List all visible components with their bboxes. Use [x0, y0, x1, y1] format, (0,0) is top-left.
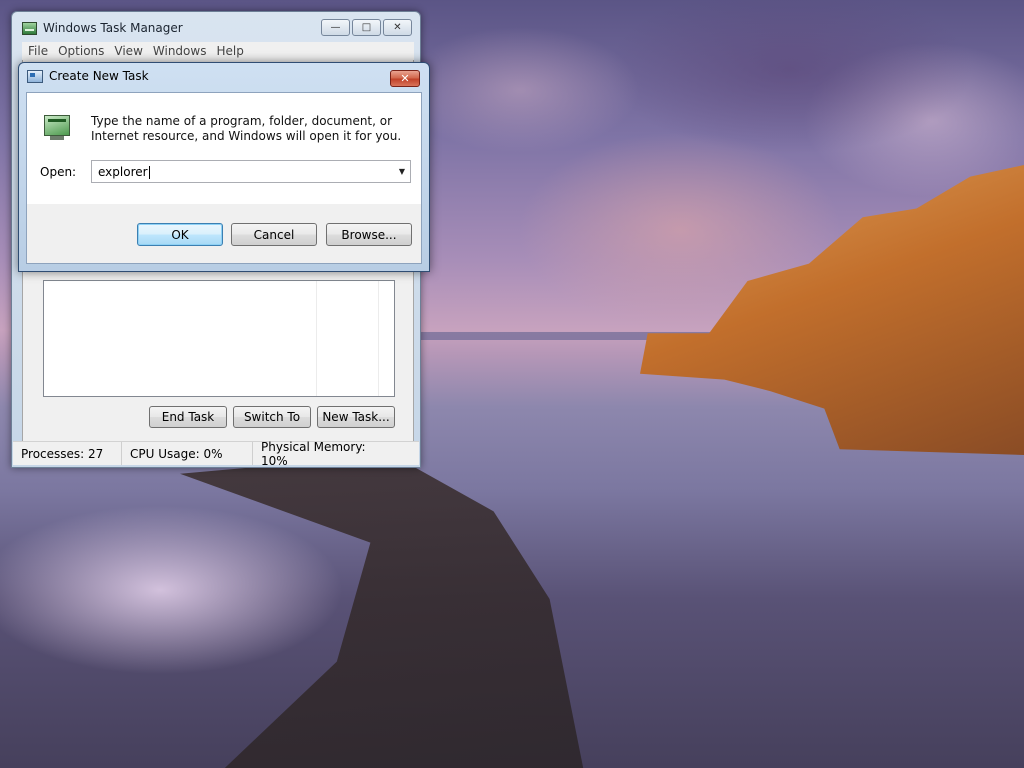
dropdown-arrow-icon[interactable]: ▼	[394, 167, 410, 176]
cancel-button[interactable]: Cancel	[231, 223, 317, 246]
wallpaper-cliff	[640, 165, 1024, 455]
browse-button[interactable]: Browse...	[326, 223, 412, 246]
menu-help[interactable]: Help	[213, 44, 250, 58]
dialog-top-panel: Type the name of a program, folder, docu…	[27, 93, 421, 204]
menu-options[interactable]: Options	[55, 44, 111, 58]
new-task-button[interactable]: New Task...	[317, 406, 395, 428]
monitor-shape	[44, 115, 70, 136]
task-manager-titlebar[interactable]: Windows Task Manager	[22, 18, 183, 38]
menu-bar: File Options View Windows Help	[22, 42, 414, 60]
run-icon	[27, 69, 43, 83]
run-program-icon	[40, 113, 72, 141]
status-physical-memory: Physical Memory: 10%	[261, 439, 366, 468]
task-manager-title: Windows Task Manager	[43, 21, 183, 35]
column-divider	[378, 281, 379, 396]
menu-file[interactable]: File	[25, 44, 55, 58]
maximize-button[interactable]: □	[352, 19, 381, 36]
status-cpu-usage: CPU Usage: 0%	[122, 442, 253, 465]
create-new-task-dialog[interactable]: Create New Task ✕ Type the name of a pro…	[18, 62, 430, 272]
dialog-close-button[interactable]: ✕	[390, 70, 420, 87]
open-combobox[interactable]: explorer ▼	[91, 160, 411, 183]
minimize-button[interactable]: —	[321, 19, 350, 36]
minimize-icon: —	[330, 22, 341, 33]
close-icon: ✕	[400, 72, 410, 85]
close-icon: ✕	[393, 22, 402, 33]
dialog-titlebar[interactable]: Create New Task	[27, 69, 149, 83]
close-button[interactable]: ✕	[383, 19, 412, 36]
open-input[interactable]: explorer	[92, 165, 394, 179]
maximize-icon: □	[361, 22, 372, 33]
dialog-message: Type the name of a program, folder, docu…	[91, 114, 402, 143]
monitor-stand	[50, 136, 64, 140]
menu-windows[interactable]: Windows	[150, 44, 214, 58]
menu-view[interactable]: View	[111, 44, 149, 58]
dialog-content: Type the name of a program, folder, docu…	[26, 92, 422, 264]
open-label: Open:	[40, 165, 77, 179]
switch-to-button[interactable]: Switch To	[233, 406, 311, 428]
column-divider	[316, 281, 317, 396]
status-bar: Processes: 27 CPU Usage: 0% Physical Mem…	[13, 439, 419, 468]
task-manager-icon	[22, 21, 37, 35]
open-input-text: explorer	[98, 164, 148, 179]
text-cursor	[148, 165, 150, 179]
dialog-title: Create New Task	[49, 69, 149, 83]
end-task-button[interactable]: End Task	[149, 406, 227, 428]
status-processes: Processes: 27	[13, 442, 122, 465]
applications-list[interactable]	[43, 280, 395, 397]
caption-buttons: — □ ✕	[321, 19, 412, 36]
ok-button[interactable]: OK	[137, 223, 223, 246]
